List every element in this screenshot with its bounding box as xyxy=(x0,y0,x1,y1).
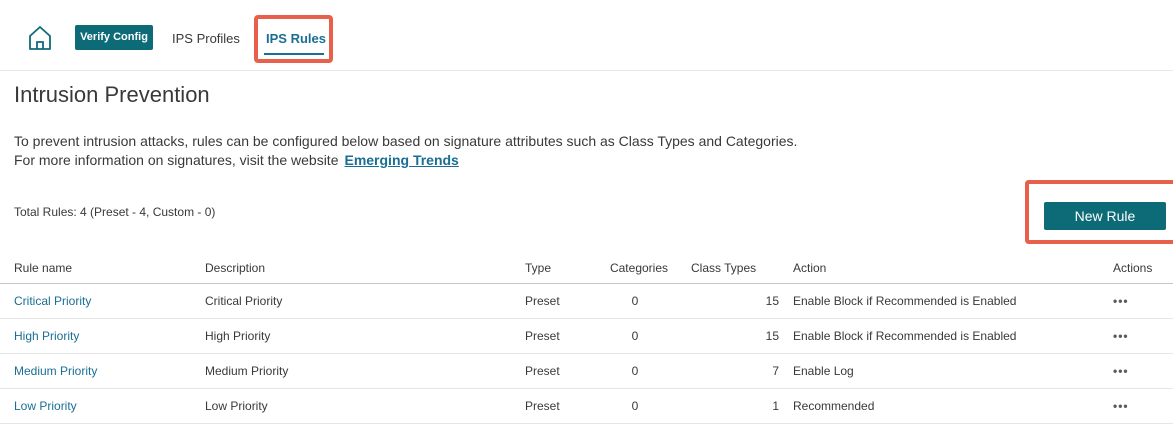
more-actions-icon[interactable]: ••• xyxy=(1113,364,1129,378)
rule-description: Medium Priority xyxy=(205,353,525,389)
table-header-row: Rule name Description Type Categories Cl… xyxy=(0,253,1173,284)
rule-categories: 0 xyxy=(591,283,679,319)
rule-class-types: 1 xyxy=(679,388,793,424)
more-actions-icon[interactable]: ••• xyxy=(1113,399,1129,413)
rule-action: Enable Block if Recommended is Enabled xyxy=(793,283,1113,319)
rule-action: Enable Log xyxy=(793,353,1113,389)
more-actions-icon[interactable]: ••• xyxy=(1113,294,1129,308)
verify-config-button[interactable]: Verify Config xyxy=(75,25,153,50)
header-categories[interactable]: Categories xyxy=(591,253,679,284)
page-title: Intrusion Prevention xyxy=(14,82,210,107)
rule-description: High Priority xyxy=(205,318,525,354)
table-row: Medium Priority Medium Priority Preset 0… xyxy=(0,353,1173,389)
tab-ips-profiles[interactable]: IPS Profiles xyxy=(172,31,240,46)
rule-type: Preset xyxy=(525,388,591,424)
rule-categories: 0 xyxy=(591,388,679,424)
rule-name-link[interactable]: Medium Priority xyxy=(14,364,97,378)
rule-action: Recommended xyxy=(793,388,1113,424)
header-action[interactable]: Action xyxy=(793,253,1113,284)
rule-class-types: 15 xyxy=(679,318,793,354)
rule-description: Critical Priority xyxy=(205,283,525,319)
table-row: Critical Priority Critical Priority Pres… xyxy=(0,283,1173,319)
header-class-types[interactable]: Class Types xyxy=(679,253,793,284)
intro-text-link-line: For more information on signatures, visi… xyxy=(14,152,459,168)
rule-class-types: 15 xyxy=(679,283,793,319)
rule-action: Enable Block if Recommended is Enabled xyxy=(793,318,1113,354)
rule-categories: 0 xyxy=(591,353,679,389)
highlight-box-new-rule xyxy=(1025,180,1173,244)
more-actions-icon[interactable]: ••• xyxy=(1113,329,1129,343)
intro-text: To prevent intrusion attacks, rules can … xyxy=(14,133,798,149)
rule-class-types: 7 xyxy=(679,353,793,389)
table-row: High Priority High Priority Preset 0 15 … xyxy=(0,318,1173,354)
table-row: Low Priority Low Priority Preset 0 1 Rec… xyxy=(0,388,1173,424)
header-type[interactable]: Type xyxy=(525,253,591,284)
rule-type: Preset xyxy=(525,318,591,354)
header-description[interactable]: Description xyxy=(205,253,525,284)
highlight-box-ips-rules xyxy=(254,15,333,63)
rule-description: Low Priority xyxy=(205,388,525,424)
rule-name-link[interactable]: Critical Priority xyxy=(14,294,91,308)
header-actions: Actions xyxy=(1113,253,1173,284)
top-nav: Verify Config IPS Profiles IPS Rules xyxy=(0,0,1173,70)
total-rules-label: Total Rules: 4 (Preset - 4, Custom - 0) xyxy=(14,205,216,219)
header-rule-name[interactable]: Rule name xyxy=(0,253,205,284)
rule-categories: 0 xyxy=(591,318,679,354)
rules-table: Rule name Description Type Categories Cl… xyxy=(0,253,1173,424)
intro-text-2: For more information on signatures, visi… xyxy=(14,152,339,168)
rule-name-link[interactable]: Low Priority xyxy=(14,399,77,413)
home-icon[interactable] xyxy=(27,25,53,51)
divider xyxy=(0,70,1173,71)
rule-name-link[interactable]: High Priority xyxy=(14,329,79,343)
rule-type: Preset xyxy=(525,353,591,389)
emerging-trends-link[interactable]: Emerging Trends xyxy=(344,152,458,168)
rule-type: Preset xyxy=(525,283,591,319)
